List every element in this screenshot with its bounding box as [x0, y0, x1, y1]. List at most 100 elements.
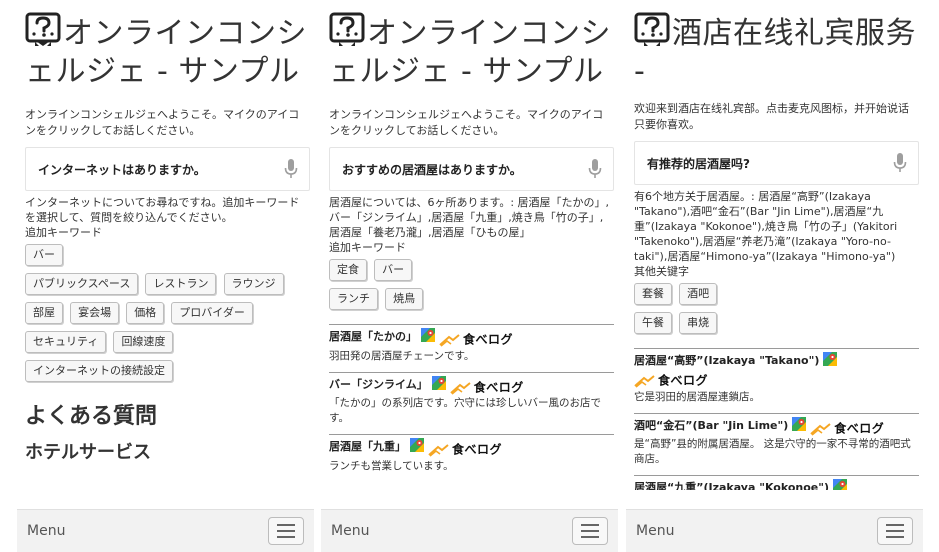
hamburger-menu-icon[interactable]: [268, 517, 304, 545]
tabelog-label: 食べログ: [463, 332, 514, 347]
tabelog-label: 食べログ: [452, 442, 503, 457]
panel-content: 酒店在线礼宾服务 - 欢迎来到酒店在线礼宾部。点击麦克风图标，并开始说话只要你喜…: [634, 12, 919, 490]
query-box[interactable]: インターネットはありますか。: [25, 147, 310, 191]
tabelog-logo-icon[interactable]: 食べログ: [439, 331, 513, 349]
keywords-label: 其他关键字: [634, 265, 689, 278]
google-maps-icon[interactable]: [410, 438, 424, 452]
shop-name-text[interactable]: 酒吧“金石”(Bar "Jin Lime"): [634, 419, 788, 432]
shop-name-text[interactable]: 居酒屋「九重」: [329, 440, 406, 453]
shop-description: 「たかの」の系列店です。穴守には珍しいバー風のお店です。: [329, 397, 601, 424]
tabelog-label: 食べログ: [473, 380, 524, 394]
shop-description: 羽田発の居酒屋チェーンです。: [329, 349, 475, 362]
chip-row: 定食 バー: [329, 258, 614, 287]
tabelog-logo-icon[interactable]: 食べログ: [428, 441, 502, 459]
shop-name-text[interactable]: 居酒屋「たかの」: [329, 330, 417, 343]
google-maps-icon[interactable]: [431, 375, 446, 390]
menu-label: Menu: [331, 523, 370, 539]
keyword-chip[interactable]: 回線速度: [113, 331, 174, 353]
keyword-chip[interactable]: インターネットの接続設定: [25, 360, 173, 382]
keywords-label: 追加キーワード: [25, 226, 102, 239]
hamburger-menu-icon[interactable]: [877, 517, 913, 545]
chip-row: セキュリティ 回線速度: [25, 330, 310, 359]
keyword-chip[interactable]: 宴会場: [70, 302, 120, 324]
keyword-chip[interactable]: バー: [374, 259, 413, 281]
shop-entry: バー「ジンライム」 食べログ 「たかの」の系列店です。穴守には珍しいバー風のお店で…: [329, 371, 614, 429]
microphone-icon[interactable]: [283, 158, 299, 180]
shop-name[interactable]: バー「ジンライム」 食べログ: [329, 375, 614, 397]
panel-chinese-izakaya: 酒店在线礼宾服务 - 欢迎来到酒店在线礼宾部。点击麦克风图标，并开始说话只要你喜…: [626, 0, 923, 552]
chip-row: 午餐 串烧: [634, 311, 919, 340]
google-maps-icon[interactable]: [833, 479, 848, 490]
page-title: オンラインコンシェルジェ - サンプル: [25, 12, 310, 91]
page-title: 酒店在线礼宾服务 -: [634, 12, 919, 91]
keyword-chip[interactable]: 午餐: [634, 312, 672, 334]
keyword-chips: 定食 バー ランチ 焼鳥: [329, 258, 614, 316]
hamburger-menu-icon[interactable]: [572, 517, 608, 545]
keyword-chip[interactable]: 部屋: [25, 302, 63, 324]
tabelog-label: 食べログ: [658, 373, 709, 388]
chip-row: ランチ 焼鳥: [329, 287, 614, 316]
keyword-chip[interactable]: レストラン: [145, 273, 217, 295]
google-maps-icon[interactable]: [792, 416, 807, 431]
microphone-icon[interactable]: [587, 158, 603, 180]
concierge-logo-icon: [25, 12, 61, 48]
shop-entry: 酒吧“金石”(Bar "Jin Lime") 食べログ 是“高野”县的附属居酒屋。…: [634, 412, 919, 470]
keyword-chip[interactable]: 套餐: [634, 283, 672, 305]
menu-label: Menu: [636, 523, 675, 539]
intro-text: オンラインコンシェルジェへようこそ。マイクのアイコンをクリックしてお話しください…: [25, 108, 300, 137]
page-title: オンラインコンシェルジェ - サンプル: [329, 12, 614, 91]
keyword-chip[interactable]: バー: [25, 244, 63, 266]
shop-name[interactable]: 居酒屋「たかの」 食べログ: [329, 328, 614, 349]
query-box[interactable]: 有推荐的居酒屋吗?: [634, 141, 919, 185]
faq-subheading[interactable]: ホテルサービス: [25, 440, 310, 466]
shop-description: ランチも営業しています。: [329, 459, 454, 472]
page-title-text: 酒店在线礼宾服务 -: [634, 16, 916, 89]
panel-content: オンラインコンシェルジェ - サンプル オンラインコンシェルジェへようこそ。マイ…: [25, 12, 310, 490]
intro-text: オンラインコンシェルジェへようこそ。マイクのアイコンをクリックしてお話しください…: [329, 108, 604, 137]
shop-name-text[interactable]: バー「ジンライム」: [329, 378, 428, 391]
shop-entry: 居酒屋“高野”(Izakaya "Takano") 食べログ 它是羽田的居酒屋連…: [634, 348, 919, 407]
keyword-chip[interactable]: パブリックスペース: [25, 273, 139, 295]
keyword-chips: バー パブリックスペース レストラン ラウンジ 部屋 宴会場 価格 プロバイダー…: [25, 243, 310, 388]
shop-name[interactable]: 居酒屋“九重”(Izakaya "Kokonoe"): [634, 479, 919, 490]
tabelog-logo-icon[interactable]: 食べログ: [810, 420, 884, 438]
panel-japanese-izakaya: オンラインコンシェルジェ - サンプル オンラインコンシェルジェへようこそ。マイ…: [321, 0, 618, 552]
page-title-text: オンラインコンシェルジェ - サンプル: [329, 16, 611, 89]
shop-entry: 居酒屋「たかの」 食べログ 羽田発の居酒屋チェーンです。: [329, 324, 614, 366]
shop-name[interactable]: 居酒屋“高野”(Izakaya "Takano"): [634, 352, 919, 369]
shop-description: 是“高野”县的附属居酒屋。 这是穴守的一家不寻常的酒吧式商店。: [634, 438, 911, 465]
faq-heading: よくある質問: [25, 404, 158, 429]
shop-entry: 居酒屋「九重」 食べログ ランチも営業しています。: [329, 434, 614, 476]
keyword-chip[interactable]: 定食: [329, 259, 367, 281]
answer-text: 居酒屋については、6ヶ所あります。: 居酒屋「たかの」,バー「ジンライム」,居酒…: [329, 196, 610, 239]
microphone-icon[interactable]: [892, 152, 908, 174]
shop-entry: 居酒屋“九重”(Izakaya "Kokonoe"): [634, 475, 919, 490]
keyword-chip[interactable]: ランチ: [329, 288, 378, 310]
query-text: インターネットはありますか。: [38, 162, 206, 177]
shop-description: 它是羽田的居酒屋連鎖店。: [634, 390, 760, 403]
query-text: 有推荐的居酒屋吗?: [647, 156, 750, 171]
chip-row: パブリックスペース レストラン ラウンジ: [25, 272, 310, 301]
tabelog-logo-icon[interactable]: 食べログ: [634, 372, 708, 390]
tabelog-logo-icon[interactable]: 食べログ: [450, 379, 524, 397]
keyword-chip[interactable]: ラウンジ: [223, 273, 284, 295]
chip-row: インターネットの接続設定: [25, 359, 310, 388]
keyword-chip[interactable]: 酒吧: [679, 283, 718, 305]
keyword-chips: 套餐 酒吧 午餐 串烧: [634, 282, 919, 340]
intro-text: 欢迎来到酒店在线礼宾部。点击麦克风图标，并开始说话只要你喜欢。: [634, 102, 909, 131]
shop-name-text[interactable]: 居酒屋“九重”(Izakaya "Kokonoe"): [634, 481, 829, 490]
google-maps-icon[interactable]: [823, 352, 838, 366]
keyword-chip[interactable]: 串烧: [679, 312, 718, 334]
shop-name[interactable]: 居酒屋「九重」 食べログ: [329, 438, 614, 459]
menu-bar: Menu: [321, 509, 618, 552]
keyword-chip[interactable]: 焼鳥: [385, 288, 424, 310]
answer-text: インターネットについてお尋ねですね。追加キーワードを選択して、質問を絞り込んでく…: [25, 196, 300, 224]
google-maps-icon[interactable]: [421, 328, 435, 342]
shop-name-text[interactable]: 居酒屋“高野”(Izakaya "Takano"): [634, 354, 819, 367]
keywords-label: 追加キーワード: [329, 241, 406, 254]
query-box[interactable]: おすすめの居酒屋はありますか。: [329, 147, 614, 191]
keyword-chip[interactable]: セキュリティ: [25, 331, 107, 353]
shop-name[interactable]: 酒吧“金石”(Bar "Jin Lime") 食べログ: [634, 416, 919, 438]
keyword-chip[interactable]: プロバイダー: [171, 302, 253, 324]
keyword-chip[interactable]: 価格: [126, 302, 165, 324]
